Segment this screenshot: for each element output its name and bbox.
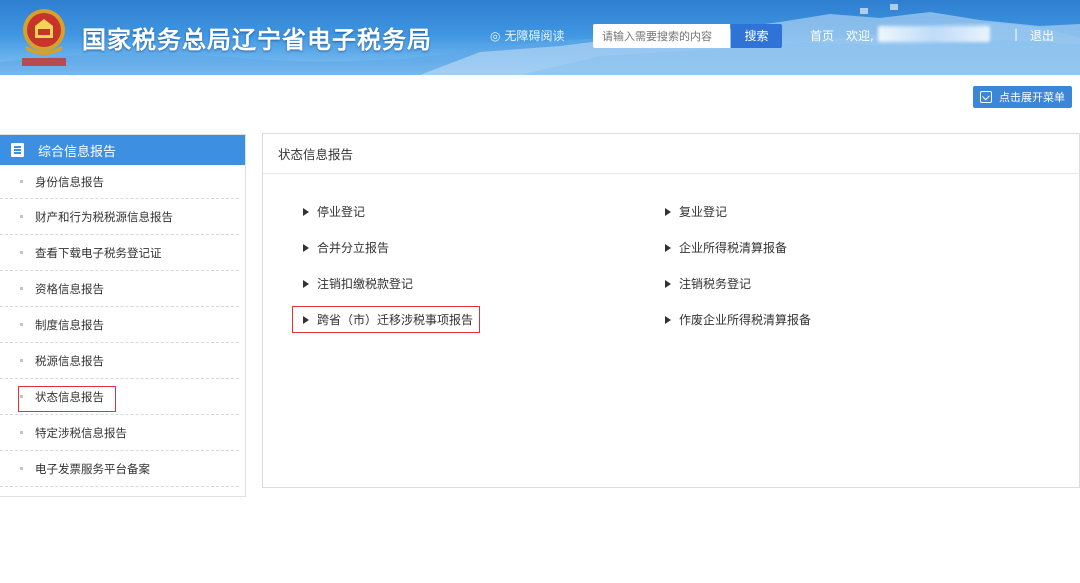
triangle-right-icon — [303, 243, 309, 252]
sidebar-item-tax-source[interactable]: 税源信息报告 — [0, 343, 239, 379]
link-resume-business[interactable]: 复业登记 — [665, 203, 727, 220]
expand-menu-label: 点击展开菜单 — [999, 91, 1065, 104]
sidebar-item-identity[interactable]: 身份信息报告 — [0, 165, 239, 199]
sidebar-item-label: 身份信息报告 — [35, 174, 104, 189]
link-income-tax-liquidation[interactable]: 企业所得税清算报备 — [665, 239, 787, 256]
sidebar-item-label: 特定涉税信息报告 — [35, 425, 127, 440]
link-label: 停业登记 — [317, 205, 366, 219]
redacted-username — [878, 26, 990, 42]
header-separator: | — [1014, 27, 1019, 41]
triangle-right-icon — [665, 243, 671, 252]
search-input[interactable] — [593, 24, 730, 48]
sidebar-item-label: 税源信息报告 — [35, 353, 104, 368]
bullet-icon — [20, 215, 23, 218]
logout-link[interactable]: 退出 — [1030, 27, 1054, 44]
document-icon — [11, 143, 24, 157]
bullet-icon — [20, 467, 23, 470]
site-header: 国家税务总局辽宁省电子税务局 ◎无障碍阅读 搜索 首页 欢迎, | 退出 — [0, 0, 1080, 75]
triangle-right-icon — [303, 279, 309, 288]
triangle-right-icon — [303, 207, 309, 216]
sidebar-header: 综合信息报告 — [0, 135, 245, 165]
search-button[interactable]: 搜索 — [731, 24, 782, 48]
link-cancel-withholding[interactable]: 注销扣缴税款登记 — [303, 275, 413, 292]
eye-icon: ◎ — [490, 29, 501, 43]
accessibility-label: 无障碍阅读 — [504, 29, 565, 43]
bullet-icon — [20, 251, 23, 254]
welcome-text: 欢迎, — [846, 29, 874, 43]
triangle-right-icon — [665, 279, 671, 288]
triangle-right-icon — [665, 207, 671, 216]
bullet-icon — [20, 359, 23, 362]
link-label: 企业所得税清算报备 — [679, 241, 788, 255]
link-void-liquidation[interactable]: 作废企业所得税清算报备 — [665, 311, 811, 328]
link-cancel-tax-registration[interactable]: 注销税务登记 — [665, 275, 751, 292]
sidebar-list: 身份信息报告 财产和行为税税源信息报告 查看下载电子税务登记证 资格信息报告 制… — [0, 165, 245, 487]
sidebar-item-system[interactable]: 制度信息报告 — [0, 307, 239, 343]
link-suspend-business[interactable]: 停业登记 — [303, 203, 365, 220]
bullet-icon — [20, 431, 23, 434]
sidebar-item-specific-tax[interactable]: 特定涉税信息报告 — [0, 415, 239, 451]
sidebar-item-qualification[interactable]: 资格信息报告 — [0, 271, 239, 307]
expand-menu-button[interactable]: 点击展开菜单 — [973, 86, 1072, 108]
link-label: 注销税务登记 — [679, 277, 752, 291]
migration-link-highlight — [292, 306, 480, 333]
sidebar-item-label: 电子发票服务平台备案 — [35, 461, 150, 476]
sidebar-item-property-tax[interactable]: 财产和行为税税源信息报告 — [0, 199, 239, 235]
sidebar: 综合信息报告 身份信息报告 财产和行为税税源信息报告 查看下载电子税务登记证 资… — [0, 134, 246, 497]
panel-title: 状态信息报告 — [263, 134, 1079, 174]
sidebar-title: 综合信息报告 — [38, 144, 117, 160]
accessibility-link[interactable]: ◎ 无障碍阅读 — [490, 27, 565, 44]
sidebar-item-label: 财产和行为税税源信息报告 — [35, 209, 173, 224]
link-label: 作废企业所得税清算报备 — [679, 313, 812, 327]
selected-item-highlight — [18, 386, 116, 412]
sidebar-item-download-certificate[interactable]: 查看下载电子税务登记证 — [0, 235, 239, 271]
link-label: 合并分立报告 — [317, 241, 390, 255]
sidebar-item-label: 制度信息报告 — [35, 317, 104, 332]
link-label: 注销扣缴税款登记 — [317, 277, 414, 291]
sidebar-item-e-invoice[interactable]: 电子发票服务平台备案 — [0, 451, 239, 487]
link-label: 复业登记 — [679, 205, 728, 219]
sidebar-item-label: 查看下载电子税务登记证 — [35, 245, 162, 260]
bullet-icon — [20, 180, 23, 183]
bullet-icon — [20, 323, 23, 326]
sidebar-item-label: 资格信息报告 — [35, 281, 104, 296]
site-title: 国家税务总局辽宁省电子税务局 — [82, 26, 432, 54]
home-link[interactable]: 首页 — [810, 27, 834, 44]
tax-emblem-logo — [22, 9, 66, 66]
link-merger-report[interactable]: 合并分立报告 — [303, 239, 389, 256]
triangle-right-icon — [665, 315, 671, 324]
bullet-icon — [20, 287, 23, 290]
expand-icon — [980, 91, 992, 103]
